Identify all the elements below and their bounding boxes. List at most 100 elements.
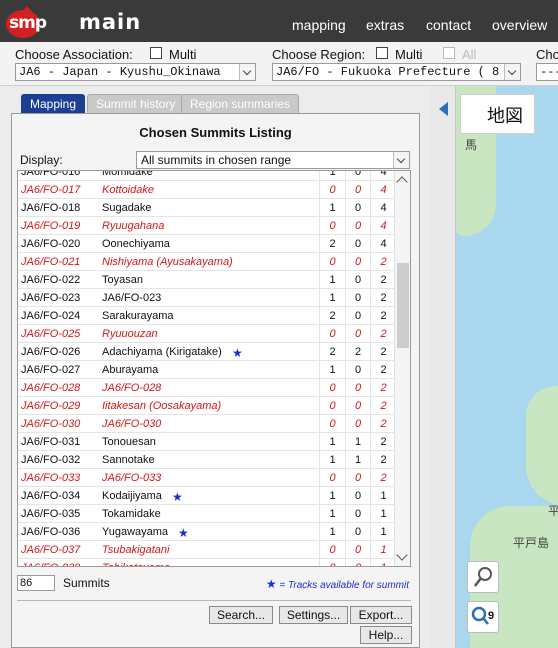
summit-count-1: 1 bbox=[319, 271, 345, 289]
table-row[interactable]: JA6/FO-033 JA6/FO-033 0 0 2 bbox=[18, 469, 396, 487]
collapse-left-icon bbox=[439, 102, 448, 116]
summit-count-1: 1 bbox=[319, 505, 345, 523]
third-select[interactable]: --- bbox=[536, 63, 558, 81]
map-collapse-toggle[interactable] bbox=[430, 86, 456, 648]
summit-name: Sugadake bbox=[102, 202, 152, 214]
summit-count-3: 2 bbox=[370, 289, 396, 307]
summit-count-1: 0 bbox=[319, 397, 345, 415]
summit-count-3: 2 bbox=[370, 361, 396, 379]
third-select-label: Cho bbox=[536, 47, 558, 62]
summit-count-2: 0 bbox=[345, 307, 370, 325]
summit-count-3: 4 bbox=[370, 171, 396, 181]
summit-count-1: 0 bbox=[319, 559, 345, 566]
summit-count-2: 0 bbox=[345, 361, 370, 379]
summit-name: Tokamidake bbox=[102, 508, 161, 520]
table-row[interactable]: JA6/FO-031 Tonouesan 1 1 2 bbox=[18, 433, 396, 451]
table-row[interactable]: JA6/FO-018 Sugadake 1 0 4 bbox=[18, 199, 396, 217]
summit-name: JA6/FO-030 bbox=[102, 418, 162, 430]
scroll-up-icon[interactable] bbox=[396, 176, 408, 188]
summit-count-3: 2 bbox=[370, 343, 396, 361]
nav-extras[interactable]: extras bbox=[366, 17, 404, 33]
table-row[interactable]: JA6/FO-025 Ryuuouzan 0 0 2 bbox=[18, 325, 396, 343]
pegman-button[interactable] bbox=[467, 561, 499, 593]
scroll-down-icon[interactable] bbox=[396, 549, 408, 561]
app-title: main bbox=[79, 10, 142, 34]
summit-name: Oonechiyama bbox=[102, 238, 170, 250]
track-star-icon: ★ bbox=[172, 490, 183, 504]
tab-region-summaries[interactable]: Region summaries bbox=[181, 94, 300, 113]
table-row[interactable]: JA6/FO-027 Aburayama 1 0 2 bbox=[18, 361, 396, 379]
summit-count-2: 0 bbox=[345, 217, 370, 235]
summit-code: JA6/FO-029 bbox=[21, 400, 81, 412]
summit-code: JA6/FO-027 bbox=[21, 364, 81, 376]
table-row[interactable]: JA6/FO-016 Momidake 1 0 4 bbox=[18, 171, 396, 181]
table-row[interactable]: JA6/FO-017 Kottoidake 0 0 4 bbox=[18, 181, 396, 199]
table-row[interactable]: JA6/FO-026 Adachiyama (Kirigatake) 2 2 2 ★ bbox=[18, 343, 396, 361]
tab-mapping[interactable]: Mapping bbox=[21, 94, 86, 113]
association-multi-checkbox[interactable] bbox=[150, 47, 162, 59]
association-label: Choose Association: bbox=[15, 47, 133, 62]
divider bbox=[17, 600, 411, 601]
summits-list[interactable]: JA6/FO-016 Momidake 1 0 4 JA6/FO-017 Kottoidak… bbox=[17, 170, 411, 567]
summit-name: Tonouesan bbox=[102, 436, 156, 448]
summit-count-2: 0 bbox=[345, 325, 370, 343]
search-button[interactable]: Search... bbox=[209, 606, 273, 624]
table-row[interactable]: JA6/FO-019 Ryuugahana 0 0 4 bbox=[18, 217, 396, 235]
table-row[interactable]: JA6/FO-023 JA6/FO-023 1 0 2 bbox=[18, 289, 396, 307]
summit-count-1: 1 bbox=[319, 289, 345, 307]
table-row[interactable]: JA6/FO-021 Nishiyama (Ayusakayama) 0 0 2 bbox=[18, 253, 396, 271]
display-label: Display: bbox=[20, 153, 63, 167]
table-row[interactable]: JA6/FO-035 Tokamidake 1 0 1 bbox=[18, 505, 396, 523]
table-row[interactable]: JA6/FO-036 Yugawayama 1 0 1 ★ bbox=[18, 523, 396, 541]
table-row[interactable]: JA6/FO-028 JA6/FO-028 0 0 2 bbox=[18, 379, 396, 397]
help-button[interactable]: Help... bbox=[360, 626, 412, 644]
list-scrollbar[interactable] bbox=[394, 171, 410, 566]
third-select-value: --- bbox=[540, 65, 558, 79]
table-row[interactable]: JA6/FO-022 Toyasan 1 0 2 bbox=[18, 271, 396, 289]
summit-count-3: 2 bbox=[370, 253, 396, 271]
pegman-icon bbox=[474, 567, 492, 587]
table-row[interactable]: JA6/FO-032 Sannotake 1 1 2 bbox=[18, 451, 396, 469]
tab-summit-history[interactable]: Summit history bbox=[87, 94, 185, 113]
summit-code: JA6/FO-028 bbox=[21, 382, 81, 394]
tracks-legend: ★ = Tracks available for summit bbox=[266, 577, 409, 591]
summit-name: JA6/FO-028 bbox=[102, 382, 162, 394]
nav-contact[interactable]: contact bbox=[426, 17, 471, 33]
summit-code: JA6/FO-023 bbox=[21, 292, 81, 304]
summit-code: JA6/FO-024 bbox=[21, 310, 81, 322]
summit-count-2: 0 bbox=[345, 469, 370, 487]
table-row[interactable]: JA6/FO-029 Iitakesan (Oosakayama) 0 0 2 bbox=[18, 397, 396, 415]
summit-code: JA6/FO-033 bbox=[21, 472, 81, 484]
summit-count-1: 0 bbox=[319, 253, 345, 271]
zoom-level-button[interactable]: 9 bbox=[467, 601, 499, 633]
summit-count-3: 2 bbox=[370, 271, 396, 289]
table-row[interactable]: JA6/FO-030 JA6/FO-030 0 0 2 bbox=[18, 415, 396, 433]
summit-count-2: 0 bbox=[345, 379, 370, 397]
table-row[interactable]: JA6/FO-038Tobikatayama001 bbox=[18, 559, 396, 566]
region-all-checkbox[interactable] bbox=[443, 47, 455, 59]
nav-mapping[interactable]: mapping bbox=[292, 17, 346, 33]
export-button[interactable]: Export... bbox=[350, 606, 412, 624]
table-row[interactable]: JA6/FO-037 Tsubakigatani 0 0 1 bbox=[18, 541, 396, 559]
map-type-tab[interactable]: 地図 bbox=[460, 94, 535, 134]
track-star-icon: ★ bbox=[178, 526, 189, 540]
region-multi-label: Multi bbox=[395, 47, 423, 62]
summit-count-3: 2 bbox=[370, 307, 396, 325]
summit-count-3: 2 bbox=[370, 415, 396, 433]
summit-code: JA6/FO-018 bbox=[21, 202, 81, 214]
nav-overview[interactable]: overview bbox=[492, 17, 547, 33]
region-multi-checkbox[interactable] bbox=[376, 47, 388, 59]
region-select[interactable]: JA6/FO - Fukuoka Prefecture ( 8 bbox=[272, 63, 521, 81]
summit-count-2: 0 bbox=[345, 253, 370, 271]
track-star-icon: ★ bbox=[232, 346, 243, 360]
table-row[interactable]: JA6/FO-034 Kodaijiyama 1 0 1 ★ bbox=[18, 487, 396, 505]
summit-count-2: 0 bbox=[345, 199, 370, 217]
summit-count-1: 0 bbox=[319, 181, 345, 199]
table-row[interactable]: JA6/FO-024 Sarakurayama 2 0 2 bbox=[18, 307, 396, 325]
display-select[interactable]: All summits in chosen range bbox=[136, 151, 410, 169]
smp-logo[interactable]: smp bbox=[6, 6, 47, 38]
association-select[interactable]: JA6 - Japan - Kyushu_Okinawa bbox=[15, 63, 256, 81]
settings-button[interactable]: Settings... bbox=[279, 606, 348, 624]
table-row[interactable]: JA6/FO-020 Oonechiyama 2 0 4 bbox=[18, 235, 396, 253]
scroll-thumb[interactable] bbox=[397, 263, 409, 348]
